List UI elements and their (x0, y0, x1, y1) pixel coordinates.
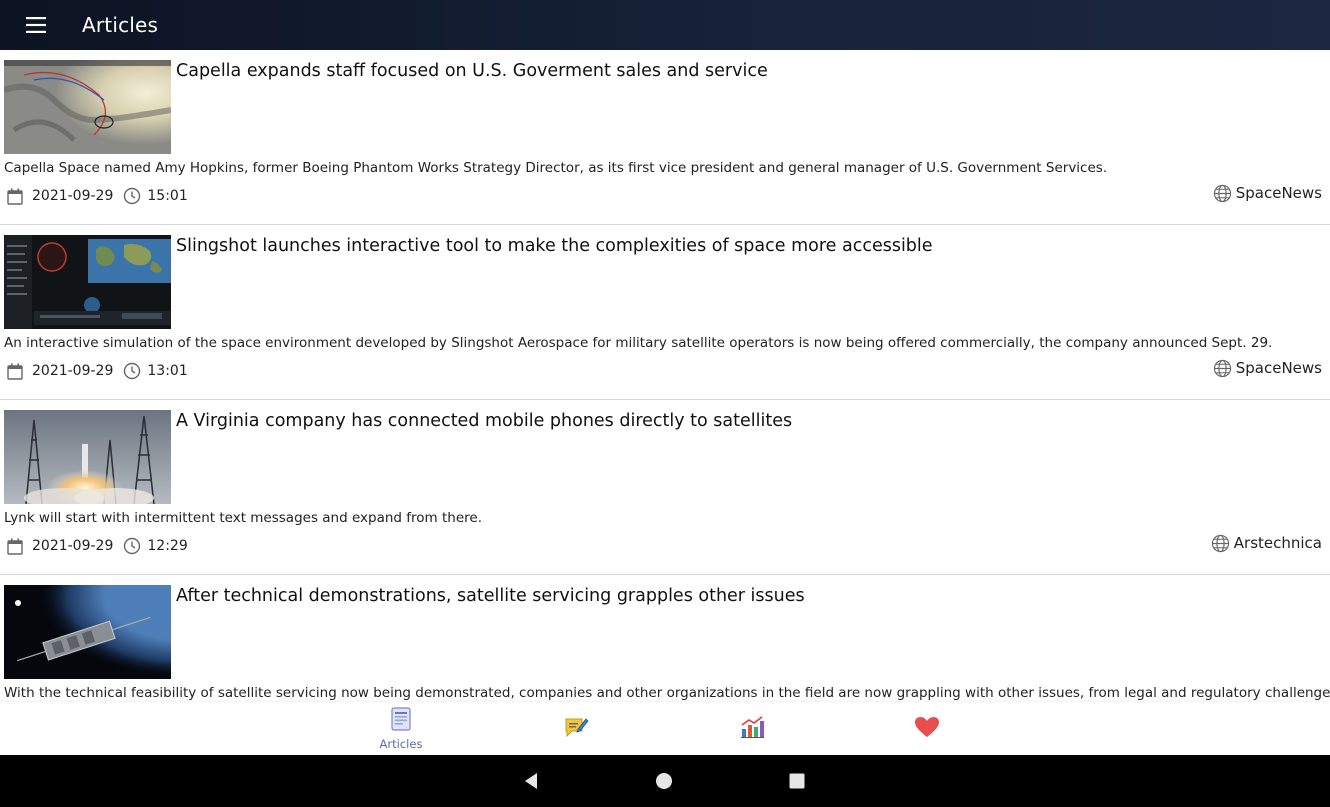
articles-icon (390, 706, 412, 735)
article-title[interactable]: After technical demonstrations, satellit… (176, 586, 805, 606)
calendar-icon (4, 186, 26, 206)
article-source[interactable]: SpaceNews (1213, 358, 1322, 378)
article-card[interactable]: Slingshot launches interactive tool to m… (0, 225, 1330, 400)
clock-icon (121, 186, 143, 206)
article-source[interactable]: SpaceNews (1213, 183, 1322, 203)
source-name: SpaceNews (1235, 359, 1322, 377)
article-title[interactable]: Slingshot launches interactive tool to m… (176, 236, 933, 256)
tab-articles-label: Articles (379, 736, 423, 751)
globe-icon (1213, 184, 1232, 203)
reports-chart-icon (739, 715, 765, 743)
clock-icon (121, 361, 143, 381)
article-time: 12:29 (147, 538, 188, 554)
article-card[interactable]: Capella expands staff focused on U.S. Go… (0, 50, 1330, 225)
page-title: Articles (82, 13, 159, 37)
article-meta: 2021-09-29 13:01 (4, 361, 188, 381)
calendar-icon (4, 361, 26, 381)
article-card[interactable]: A Virginia company has connected mobile … (0, 400, 1330, 575)
back-triangle-icon[interactable] (511, 755, 551, 807)
article-time: 13:01 (147, 363, 188, 379)
system-navigation-bar (0, 755, 1330, 807)
article-title[interactable]: Capella expands staff focused on U.S. Go… (176, 61, 768, 81)
source-name: Arstechnica (1233, 534, 1322, 552)
article-summary: Lynk will start with intermittent text m… (4, 510, 482, 526)
clock-icon (121, 536, 143, 556)
article-card[interactable]: After technical demonstrations, satellit… (0, 575, 1330, 702)
article-date: 2021-09-29 (32, 363, 114, 379)
bottom-navigation: Articles (0, 702, 1330, 755)
article-title[interactable]: A Virginia company has connected mobile … (176, 411, 792, 431)
article-meta: 2021-09-29 15:01 (4, 186, 188, 206)
article-source[interactable]: Arstechnica (1211, 533, 1322, 553)
source-name: SpaceNews (1235, 184, 1322, 202)
tab-articles[interactable]: Articles (361, 702, 441, 755)
article-thumbnail (4, 235, 171, 329)
blog-icon (563, 715, 589, 743)
article-time: 15:01 (147, 188, 188, 204)
article-summary: With the technical feasibility of satell… (4, 685, 1330, 701)
article-meta: 2021-09-29 12:29 (4, 536, 188, 556)
hamburger-menu-icon[interactable] (18, 0, 54, 50)
article-date: 2021-09-29 (32, 188, 114, 204)
tab-blogs[interactable] (536, 702, 616, 755)
article-thumbnail (4, 410, 171, 504)
favorites-heart-icon (914, 716, 940, 742)
article-thumbnail (4, 60, 171, 154)
article-date: 2021-09-29 (32, 538, 114, 554)
recents-square-icon[interactable] (777, 755, 817, 807)
article-summary: An interactive simulation of the space e… (4, 335, 1273, 351)
app-bar: Articles (0, 0, 1330, 50)
article-summary: Capella Space named Amy Hopkins, former … (4, 160, 1108, 176)
calendar-icon (4, 536, 26, 556)
article-list[interactable]: Capella expands staff focused on U.S. Go… (0, 50, 1330, 702)
tab-favorites[interactable] (887, 702, 967, 755)
article-thumbnail (4, 585, 171, 679)
tab-reports[interactable] (712, 702, 792, 755)
home-circle-icon[interactable] (644, 755, 684, 807)
globe-icon (1213, 359, 1232, 378)
globe-icon (1211, 534, 1230, 553)
